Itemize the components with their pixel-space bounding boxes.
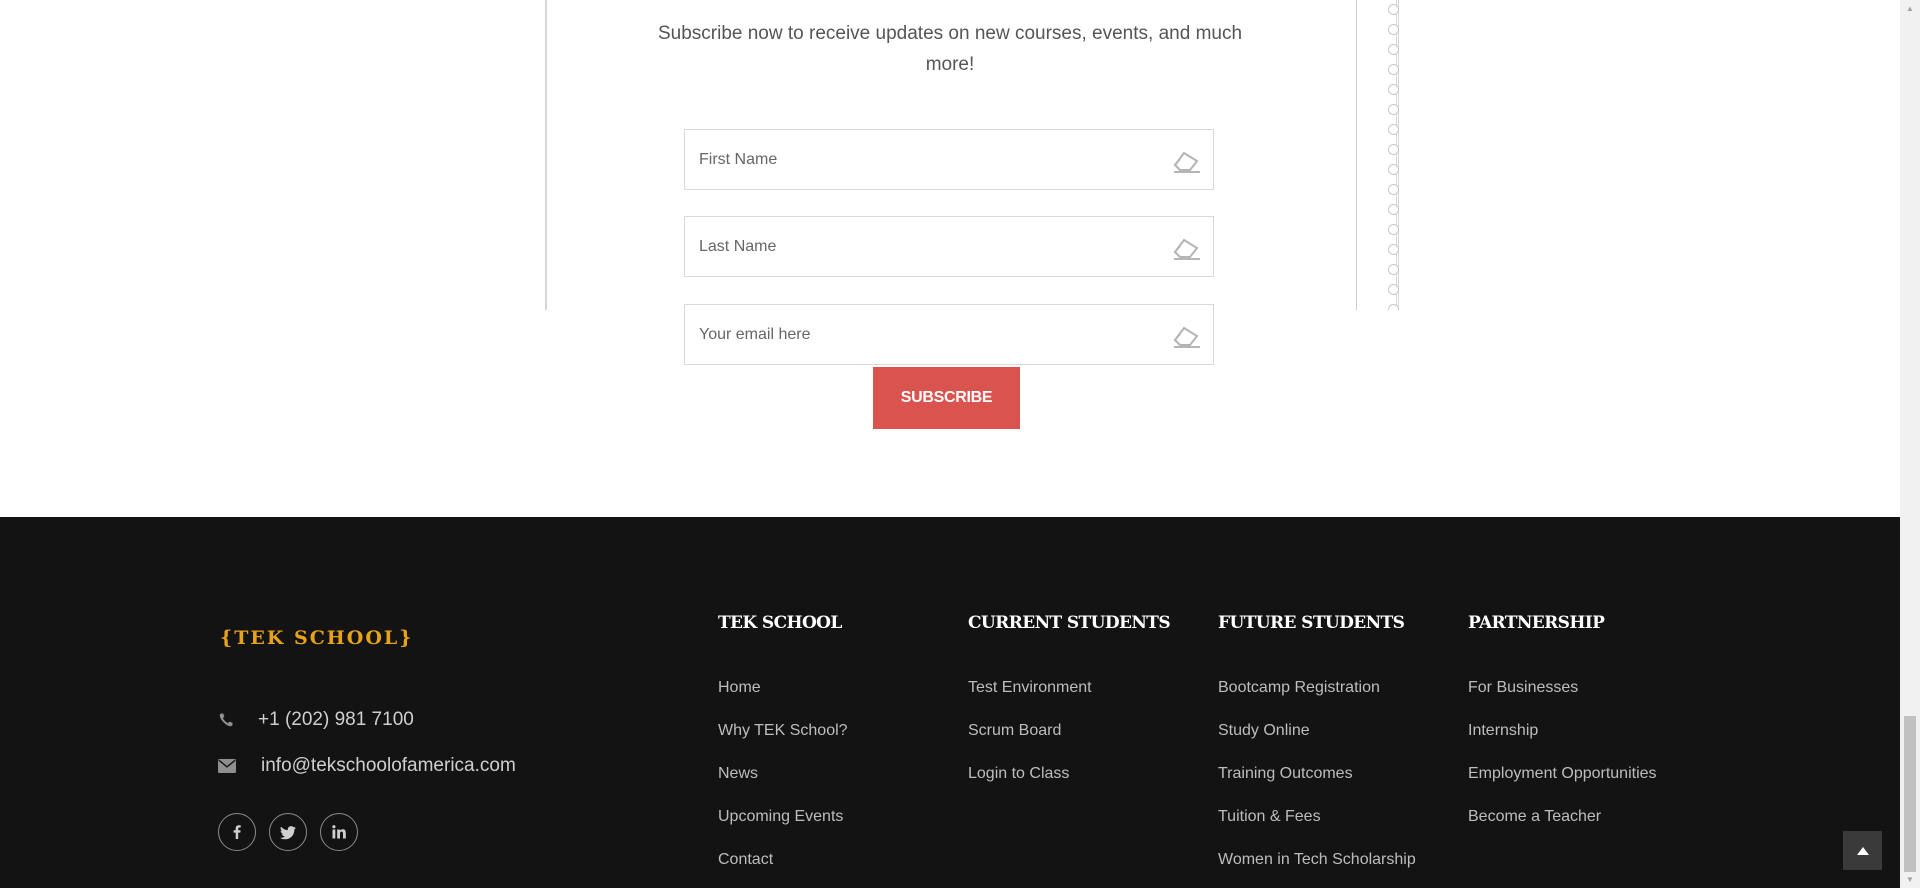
notebook-binding — [1356, 0, 1411, 310]
phone-number: +1 (202) 981 7100 — [258, 709, 414, 730]
footer-link-study-online[interactable]: Study Online — [1218, 722, 1416, 765]
footer-link-employment-opportunities[interactable]: Employment Opportunities — [1468, 765, 1657, 808]
footer-link-for-businesses[interactable]: For Businesses — [1468, 679, 1657, 722]
eraser-icon — [1173, 326, 1200, 348]
page-scrollbar[interactable]: ▲ ▼ — [1900, 0, 1920, 888]
footer-link-news[interactable]: News — [718, 765, 848, 808]
linkedin-button[interactable] — [320, 813, 358, 851]
chevron-up-icon — [1856, 846, 1869, 855]
twitter-icon — [279, 825, 296, 839]
email-address: info@tekschoolofamerica.com — [261, 755, 516, 776]
facebook-icon — [233, 825, 241, 839]
footer-column-tek-school: TEK SCHOOL Home Why TEK School? News Upc… — [718, 613, 848, 868]
twitter-button[interactable] — [269, 813, 307, 851]
footer-link-home[interactable]: Home — [718, 679, 848, 722]
column-title: TEK SCHOOL — [718, 613, 842, 633]
linkedin-icon — [332, 825, 346, 839]
facebook-button[interactable] — [218, 813, 256, 851]
footer-link-tuition-fees[interactable]: Tuition & Fees — [1218, 808, 1416, 851]
back-to-top-button[interactable] — [1843, 831, 1882, 870]
notebook-holes — [1385, 4, 1401, 310]
footer-link-why-tek-school[interactable]: Why TEK School? — [718, 722, 848, 765]
footer-column-partnership: PARTNERSHIP For Businesses Internship Em… — [1468, 613, 1657, 825]
footer-link-test-environment[interactable]: Test Environment — [968, 679, 1092, 722]
first-name-field[interactable] — [684, 129, 1214, 190]
column-title: CURRENT STUDENTS — [968, 613, 1171, 633]
first-name-input[interactable] — [685, 130, 1159, 189]
footer-link-bootcamp-registration[interactable]: Bootcamp Registration — [1218, 679, 1416, 722]
footer-link-scrum-board[interactable]: Scrum Board — [968, 722, 1092, 765]
scrollbar-thumb[interactable] — [1904, 716, 1916, 872]
footer-link-become-a-teacher[interactable]: Become a Teacher — [1468, 808, 1657, 851]
footer-link-training-outcomes[interactable]: Training Outcomes — [1218, 765, 1416, 808]
email-field[interactable] — [684, 304, 1214, 365]
phone-icon — [219, 713, 233, 727]
scroll-down-arrow-icon[interactable]: ▼ — [1900, 871, 1920, 888]
scroll-up-arrow-icon[interactable]: ▲ — [1900, 0, 1920, 17]
footer-link-upcoming-events[interactable]: Upcoming Events — [718, 808, 848, 851]
footer-link-internship[interactable]: Internship — [1468, 722, 1657, 765]
column-title: PARTNERSHIP — [1468, 613, 1605, 633]
eraser-icon — [1173, 151, 1200, 173]
social-links — [218, 813, 358, 851]
footer-column-current-students: CURRENT STUDENTS Test Environment Scrum … — [968, 613, 1171, 782]
newsletter-section: Subscribe now to receive updates on new … — [0, 0, 1900, 517]
phone-contact[interactable]: +1 (202) 981 7100 — [218, 709, 414, 731]
column-title: FUTURE STUDENTS — [1218, 613, 1405, 633]
last-name-field[interactable] — [684, 216, 1214, 277]
email-input[interactable] — [685, 305, 1159, 364]
footer-column-future-students: FUTURE STUDENTS Bootcamp Registration St… — [1218, 613, 1416, 868]
tek-school-logo[interactable]: {TEK SCHOOL} — [220, 627, 413, 649]
newsletter-description: Subscribe now to receive updates on new … — [657, 23, 1243, 75]
site-footer: {TEK SCHOOL} +1 (202) 981 7100 info@teks… — [0, 517, 1900, 888]
envelope-icon — [218, 759, 236, 773]
footer-link-login-to-class[interactable]: Login to Class — [968, 765, 1092, 808]
subscribe-button[interactable]: SUBSCRIBE — [873, 367, 1020, 429]
last-name-input[interactable] — [685, 217, 1159, 276]
email-contact[interactable]: info@tekschoolofamerica.com — [218, 755, 516, 777]
eraser-icon — [1173, 238, 1200, 260]
